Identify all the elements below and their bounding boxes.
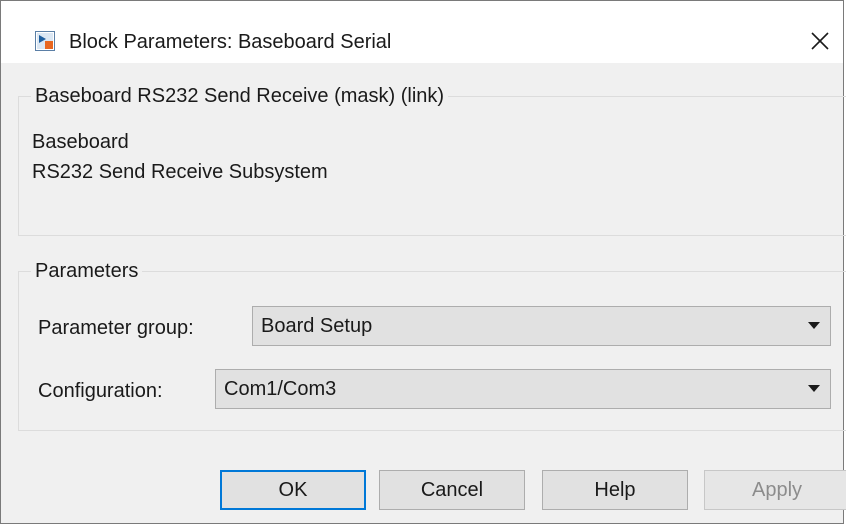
- description-line-2: RS232 Send Receive Subsystem: [32, 161, 328, 183]
- block-parameters-dialog: Block Parameters: Baseboard Serial Baseb…: [0, 0, 846, 524]
- configuration-label: Configuration:: [38, 380, 163, 402]
- parameter-group-dropdown[interactable]: Board Setup: [252, 306, 831, 346]
- chevron-down-icon[interactable]: [808, 322, 820, 329]
- description-group-legend: Baseboard RS232 Send Receive (mask) (lin…: [31, 84, 449, 108]
- close-icon[interactable]: [811, 31, 829, 55]
- title-bar[interactable]: Block Parameters: Baseboard Serial: [1, 1, 843, 63]
- chevron-down-icon[interactable]: [808, 385, 820, 392]
- parameters-group-legend: Parameters: [31, 259, 143, 283]
- configuration-dropdown[interactable]: Com1/Com3: [215, 369, 831, 409]
- configuration-value: Com1/Com3: [224, 378, 337, 400]
- description-line-1: Baseboard: [32, 131, 129, 153]
- simulink-block-icon: [35, 31, 55, 51]
- parameters-group: Parameters Parameter group: Board Setup …: [18, 259, 846, 431]
- parameter-group-label: Parameter group:: [38, 317, 194, 339]
- apply-button: Apply: [704, 470, 846, 510]
- cancel-button[interactable]: Cancel: [379, 470, 525, 510]
- ok-button[interactable]: OK: [220, 470, 366, 510]
- window-title: Block Parameters: Baseboard Serial: [69, 31, 392, 53]
- description-group: Baseboard RS232 Send Receive (mask) (lin…: [18, 84, 846, 236]
- help-button[interactable]: Help: [542, 470, 688, 510]
- parameter-group-value: Board Setup: [261, 315, 373, 337]
- close-button[interactable]: [797, 23, 843, 63]
